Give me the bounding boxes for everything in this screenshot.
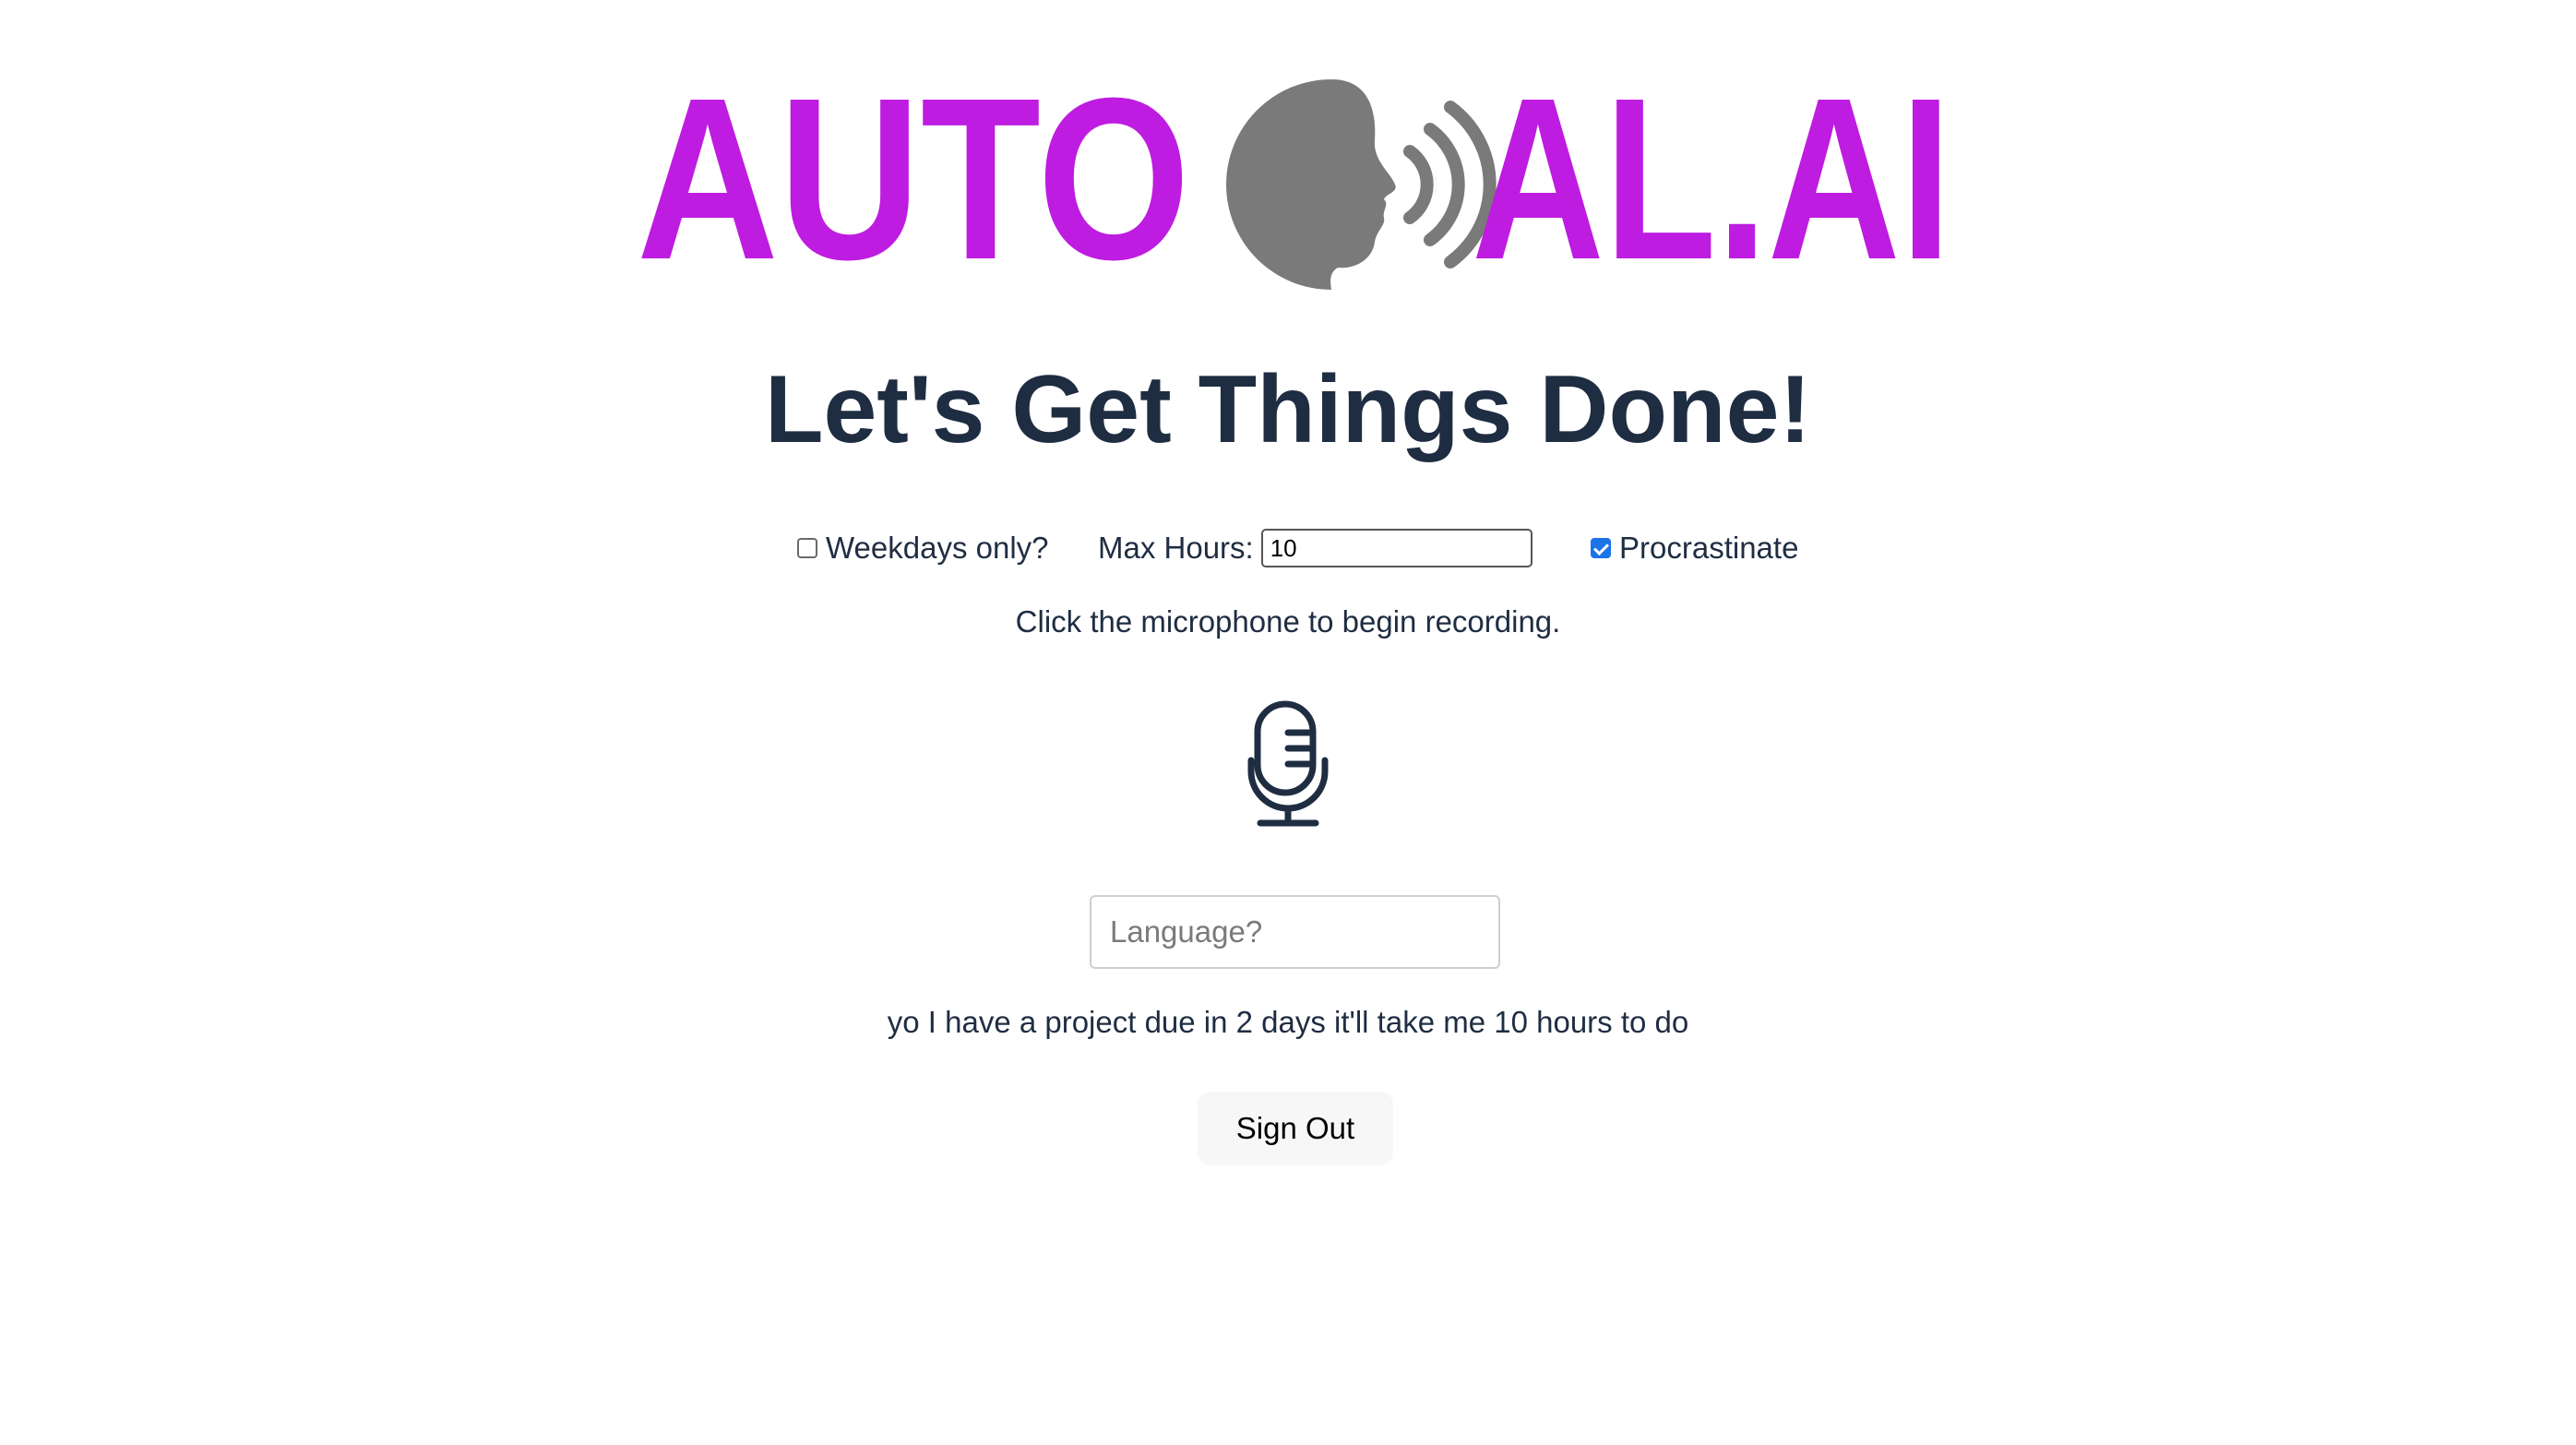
weekdays-option[interactable]: Weekdays only? (797, 528, 1049, 568)
app-page: AUTO AL.AI Let's Get Things Done! Weekda… (0, 0, 2576, 1445)
recording-instructions: Click the microphone to begin recording. (1015, 604, 1561, 639)
weekdays-label: Weekdays only? (826, 531, 1049, 565)
procrastinate-checkbox[interactable] (1591, 538, 1611, 558)
transcript-text: yo I have a project due in 2 days it'll … (887, 1005, 1689, 1039)
weekdays-checkbox[interactable] (797, 538, 817, 558)
sign-out-button[interactable]: Sign Out (1198, 1092, 1393, 1165)
language-input[interactable] (1090, 895, 1500, 969)
logo-text-right: AL.AI (1472, 65, 1951, 305)
options-row: Weekdays only? Max Hours: Procrastinate (0, 528, 2576, 568)
autocal-logo: AUTO AL.AI (637, 65, 1951, 305)
max-hours-option: Max Hours: (1098, 528, 1532, 568)
speaking-head-icon (1226, 79, 1497, 290)
procrastinate-label: Procrastinate (1619, 531, 1799, 565)
logo-text-left: AUTO (637, 65, 1190, 305)
max-hours-label: Max Hours: (1098, 531, 1254, 565)
page-title: Let's Get Things Done! (764, 356, 1812, 463)
microphone-icon[interactable] (1247, 699, 1329, 829)
procrastinate-option[interactable]: Procrastinate (1591, 528, 1798, 568)
max-hours-input[interactable] (1260, 529, 1532, 567)
